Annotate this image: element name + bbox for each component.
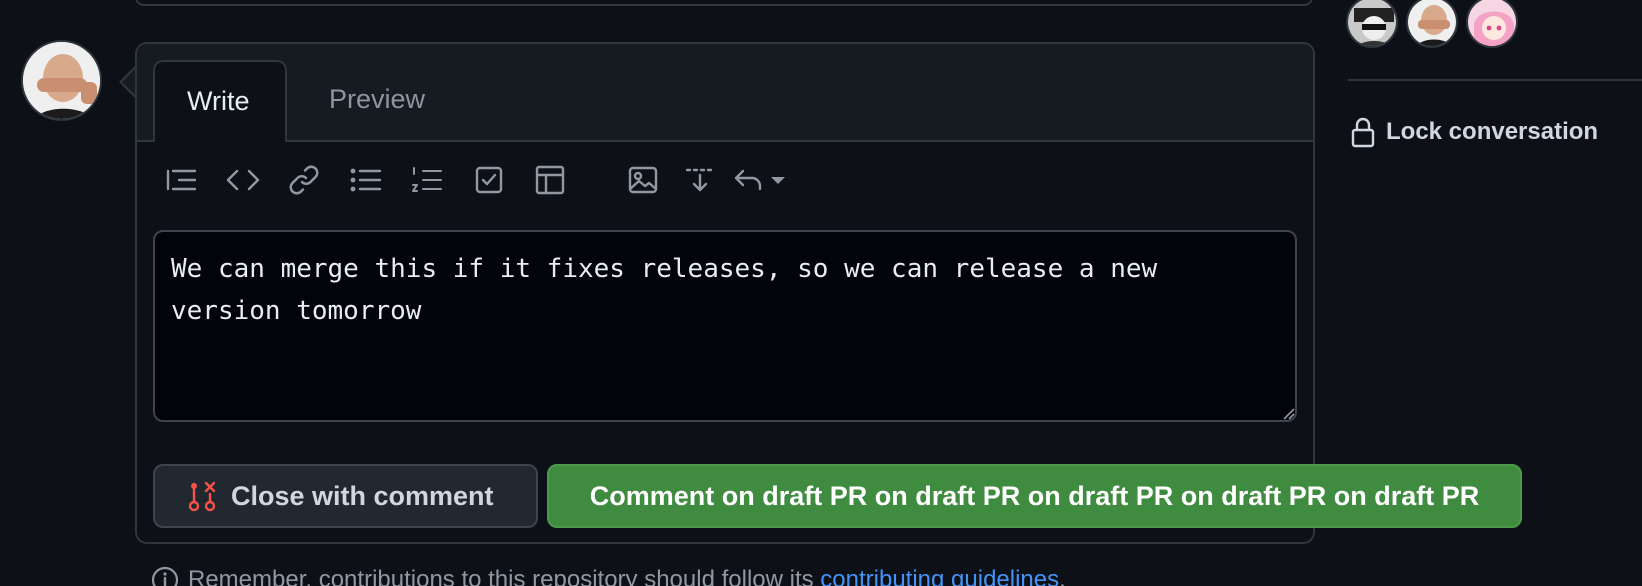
- previous-timeline-item: [135, 0, 1313, 6]
- lock-conversation-label: Lock conversation: [1386, 118, 1599, 145]
- comment-caret-fill: [122, 68, 136, 96]
- close-with-comment-button[interactable]: Close with comment: [153, 464, 538, 528]
- image-icon[interactable]: [623, 156, 663, 204]
- undo-icon[interactable]: [733, 156, 793, 204]
- lock-conversation-button[interactable]: Lock conversation: [1350, 110, 1598, 154]
- notice-period: .: [1059, 566, 1066, 586]
- heading-icon[interactable]: [161, 156, 201, 204]
- code-icon[interactable]: [223, 156, 263, 204]
- close-with-comment-label: Close with comment: [231, 480, 494, 511]
- pull-request-closed-icon: [188, 481, 216, 512]
- participant-avatar[interactable]: [1406, 0, 1458, 48]
- participant-avatar[interactable]: [1346, 0, 1398, 48]
- contributing-notice: Remember, contributions to this reposito…: [150, 562, 1066, 586]
- comment-textarea[interactable]: We can merge this if it fixes releases, …: [153, 230, 1297, 422]
- tab-preview[interactable]: Preview: [297, 60, 457, 142]
- tab-write[interactable]: Write: [153, 60, 287, 142]
- link-icon[interactable]: [284, 156, 324, 204]
- participant-avatar[interactable]: [1466, 0, 1518, 48]
- resize-grip-icon[interactable]: [1281, 406, 1295, 420]
- notice-text: Remember, contributions to this reposito…: [188, 566, 814, 586]
- insert-icon[interactable]: [680, 156, 720, 204]
- editor-header: Write Preview: [137, 44, 1313, 142]
- comment-form: Write Preview We can merge this if it fi…: [135, 42, 1522, 544]
- table-icon[interactable]: [530, 156, 570, 204]
- sidebar-divider: [1348, 79, 1642, 81]
- task-list-icon[interactable]: [469, 156, 509, 204]
- comment-button[interactable]: Comment on draft PR on draft PR on draft…: [547, 464, 1522, 528]
- contributing-guidelines-link[interactable]: contributing guidelines: [820, 566, 1059, 586]
- numbered-list-icon[interactable]: [407, 156, 447, 204]
- lock-icon: [1351, 117, 1375, 148]
- markdown-toolbar: [153, 156, 853, 204]
- author-avatar[interactable]: [21, 40, 102, 121]
- info-icon: [151, 566, 179, 586]
- bullet-list-icon[interactable]: [346, 156, 386, 204]
- page: Write Preview We can merge this if it fi…: [0, 0, 1642, 586]
